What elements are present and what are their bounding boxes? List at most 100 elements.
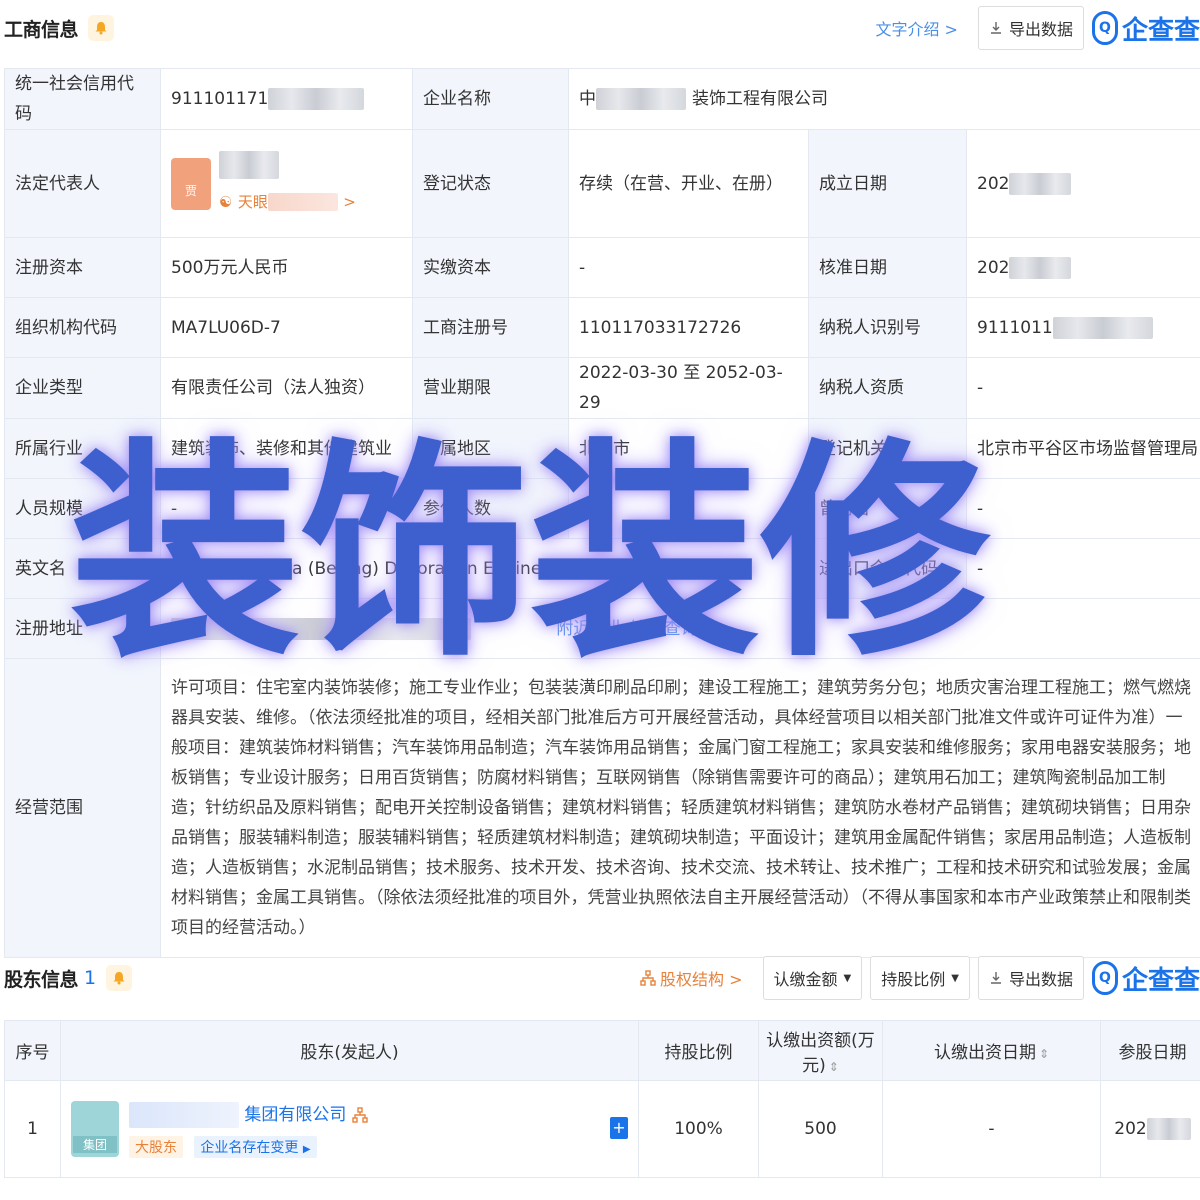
reg-authority-value: 北京市平谷区市场监督管理局	[966, 418, 1200, 479]
business-term-label: 营业期限	[412, 357, 569, 419]
taxpayer-id-label: 纳税人识别号	[808, 297, 967, 358]
legal-rep-avatar[interactable]: 贾	[171, 157, 211, 210]
region-value: 北京市	[568, 418, 809, 479]
company-name-suffix: 装饰工程有限公司	[692, 89, 828, 109]
reg-status-value: 存续（在营、开业、在册）	[568, 129, 809, 238]
qichacha-logo-text: 企查查	[1121, 965, 1200, 996]
address-redacted	[171, 617, 471, 640]
approval-date-value: 202	[977, 257, 1010, 278]
approval-date-cell: 202	[966, 237, 1200, 298]
caret-down-icon: ▼	[843, 972, 852, 984]
established-cell: 202	[966, 129, 1200, 238]
export-data-button[interactable]: 导出数据	[977, 956, 1084, 1000]
org-chart-icon[interactable]	[352, 1107, 368, 1123]
company-name-prefix: 中	[579, 89, 596, 109]
avatar-char: 贾	[184, 183, 197, 198]
col-header-date[interactable]: 认缴出资日期 ⇕	[882, 1020, 1101, 1081]
ratio-value: 100%	[638, 1080, 759, 1178]
taxpayer-qual-value: -	[966, 357, 1200, 419]
redacted-block	[268, 88, 365, 110]
scope-value: 许可项目：住宅室内装饰装修；施工专业作业；包装装潢印刷品印刷；建设工程施工；建筑…	[160, 658, 1200, 958]
redacted-block	[1009, 256, 1072, 279]
holding-ratio-dropdown[interactable]: 持股比例 ▼	[870, 956, 970, 1000]
english-name-value: Zhongjianuaxia (Beijing) Decoration Engi…	[160, 538, 809, 599]
redacted-block	[1052, 316, 1153, 339]
col-header-ratio: 持股比例	[638, 1020, 759, 1081]
bell-icon[interactable]	[106, 965, 133, 991]
tianyan-row[interactable]: ☯ 天眼 >	[219, 187, 356, 217]
legal-rep-name-redacted[interactable]	[219, 150, 279, 179]
redacted-block	[596, 88, 686, 110]
amount-value: 500	[758, 1080, 883, 1178]
reg-number-label: 工商注册号	[412, 297, 569, 358]
text-intro-link[interactable]: 文字介绍 >	[875, 16, 958, 40]
join-date-value: 202	[1114, 1119, 1147, 1139]
qichacha-logo-icon: Q	[1091, 11, 1118, 45]
region-label: 所属地区	[412, 418, 569, 479]
subscribed-amount-label: 认缴金额	[773, 970, 838, 989]
taxpayer-id-cell: 9111011	[966, 297, 1200, 358]
equity-structure-label: 股权结构 >	[660, 970, 743, 989]
chevron-right-icon: >	[343, 192, 356, 211]
legal-rep-cell: 贾 ☯ 天眼 >	[160, 129, 413, 238]
holder-name[interactable]: 集团有限公司	[244, 1105, 346, 1125]
name-change-label: 企业名存在变更	[200, 1140, 299, 1156]
holding-ratio-label: 持股比例	[881, 970, 946, 989]
shareholder-info-header: 股东信息 1 股权结构 > 认缴金额 ▼ 持股比例 ▼ 导出数据 Q 企查查	[0, 952, 1200, 1004]
holder-cell: 集团 集团有限公司 大股东 企业名存在变更 ▶ +	[60, 1080, 639, 1178]
export-data-button[interactable]: 导出数据	[977, 6, 1084, 50]
import-export-label: 进出口企业代码	[808, 538, 967, 599]
reg-capital-label: 注册资本	[4, 237, 161, 298]
credit-code-label: 统一社会信用代码	[4, 68, 161, 130]
col-header-amount[interactable]: 认缴出资额(万元) ⇕	[758, 1020, 883, 1081]
former-name-value: -	[966, 478, 1200, 539]
qichacha-logo: Q 企查查	[1091, 10, 1200, 47]
industry-value: 建筑装饰、装修和其他建筑业	[160, 418, 413, 479]
address-cell: 附近企业 地址查询	[160, 598, 1200, 659]
established-label: 成立日期	[808, 129, 967, 238]
holder-logo[interactable]: 集团	[71, 1101, 119, 1157]
caret-down-icon: ▼	[951, 972, 959, 984]
sort-icon: ⇕	[1038, 1047, 1050, 1061]
col-header-holder: 股东(发起人)	[60, 1020, 639, 1081]
tianyan-label: 天眼	[237, 192, 268, 211]
reg-capital-value: 500万元人民币	[160, 237, 413, 298]
address-label: 注册地址	[4, 598, 161, 659]
business-header-actions: 文字介绍 > 导出数据 Q 企查查	[875, 6, 1200, 50]
redacted-block	[1146, 1118, 1191, 1140]
date-value: -	[882, 1080, 1101, 1178]
shareholder-count: 1	[84, 967, 97, 989]
name-change-tag[interactable]: 企业名存在变更 ▶	[194, 1136, 317, 1158]
paid-capital-label: 实缴资本	[412, 237, 569, 298]
bell-icon[interactable]	[88, 15, 115, 41]
col-header-index: 序号	[4, 1020, 61, 1081]
shareholder-table: 序号 股东(发起人) 持股比例 认缴出资额(万元) ⇕ 认缴出资日期 ⇕ 参股日期 …	[4, 1020, 1200, 1178]
company-type-value: 有限责任公司（法人独资）	[160, 357, 413, 419]
date-header-label: 认缴出资日期	[933, 1043, 1036, 1063]
business-info-table: 统一社会信用代码 911101171 企业名称 中装饰工程有限公司 法定代表人 …	[4, 68, 1200, 958]
business-term-value: 2022-03-30 至 2052-03-29	[568, 357, 809, 419]
address-link[interactable]: 附近企业 地址查询	[556, 619, 697, 639]
caret-right-icon: ▶	[302, 1144, 311, 1155]
taxpayer-id-value: 9111011	[977, 317, 1053, 338]
org-code-value: MA7LU06D-7	[160, 297, 413, 358]
shareholder-header-actions: 股权结构 > 认缴金额 ▼ 持股比例 ▼ 导出数据 Q 企查查	[640, 956, 1200, 1000]
holder-name-redacted[interactable]	[129, 1102, 239, 1128]
paid-capital-value: -	[568, 237, 809, 298]
join-date-cell: 202	[1100, 1080, 1200, 1178]
staff-size-label: 人员规模	[4, 478, 161, 539]
english-name-label: 英文名	[4, 538, 161, 599]
approval-date-label: 核准日期	[808, 237, 967, 298]
subscribed-amount-dropdown[interactable]: 认缴金额 ▼	[762, 956, 863, 1000]
sort-icon: ⇕	[828, 1059, 839, 1074]
company-type-label: 企业类型	[4, 357, 161, 419]
qichacha-logo-text: 企查查	[1121, 15, 1200, 46]
business-info-header: 工商信息 文字介绍 > 导出数据 Q 企查查	[0, 2, 1200, 54]
table-row: 1 集团 集团有限公司 大股东 企业名存在变更 ▶ + 100% 500 - 2…	[4, 1080, 1200, 1178]
scope-label: 经营范围	[4, 658, 161, 958]
shareholder-info-title: 股东信息	[4, 968, 79, 991]
insured-value: -	[568, 478, 809, 539]
expand-plus-button[interactable]: +	[610, 1117, 628, 1139]
equity-structure-link[interactable]: 股权结构 >	[640, 966, 743, 990]
redacted-block	[1009, 172, 1072, 195]
